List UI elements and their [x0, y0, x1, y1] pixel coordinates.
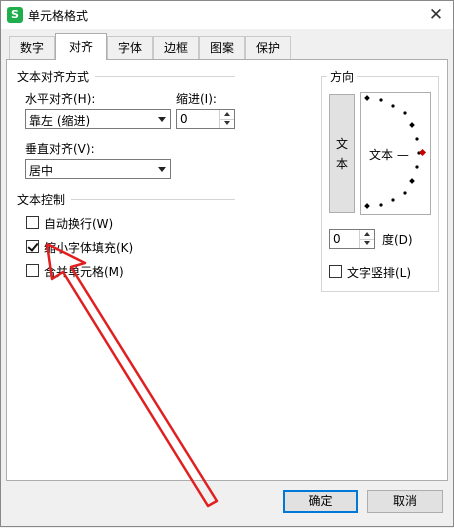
annotation-arrow	[45, 242, 219, 508]
format-cells-dialog: S 单元格格式 ✕ 数字 对齐 字体 边框 图案 保护 文本对齐方式 水平对齐(…	[0, 0, 454, 527]
tab-alignment[interactable]: 对齐	[55, 33, 107, 60]
